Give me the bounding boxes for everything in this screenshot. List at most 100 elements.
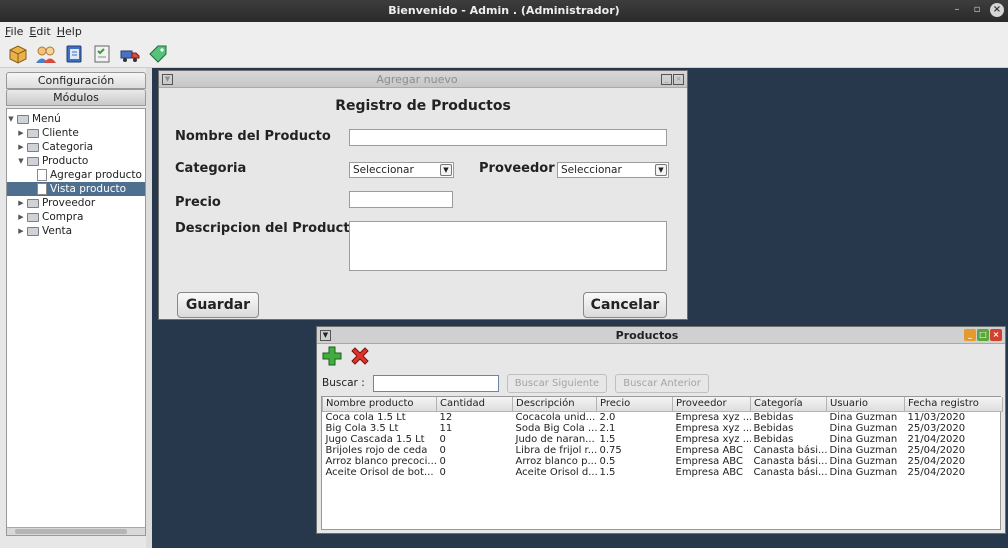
- table-cell: Empresa xyz ...: [675, 433, 751, 445]
- search-previous-button[interactable]: Buscar Anterior: [615, 373, 709, 393]
- table-cell: Arroz blanco precoci...: [325, 455, 437, 467]
- tree-item-agregar-producto[interactable]: Agregar producto: [7, 168, 145, 182]
- frame-title: Agregar nuevo: [376, 72, 458, 86]
- close-icon[interactable]: ×: [990, 3, 1004, 17]
- column-header[interactable]: Cantidad: [436, 397, 513, 412]
- tree-item-producto[interactable]: ▼ Producto: [7, 154, 145, 168]
- chevron-right-icon[interactable]: ▶: [17, 143, 25, 151]
- table-cell: Empresa xyz ...: [675, 411, 751, 423]
- folder-icon: [17, 114, 29, 124]
- restore-icon[interactable]: ▫: [970, 3, 984, 17]
- table-row[interactable]: Jugo Cascada 1.5 Lt 0 Judo de naran... 1…: [323, 434, 1003, 445]
- box-icon[interactable]: [6, 42, 30, 66]
- search-input[interactable]: [372, 374, 499, 392]
- module-tree: ▼ Menú ▶ Cliente ▶ Categoria ▼ Producto: [6, 108, 146, 536]
- add-product-frame: ▼ Agregar nuevo _ × Registro de Producto…: [158, 70, 688, 320]
- table-cell: 2.1: [599, 422, 616, 434]
- chevron-right-icon[interactable]: ▶: [17, 129, 25, 137]
- table-cell: Soda Big Cola ...: [515, 422, 597, 434]
- table-row[interactable]: Aceite Orisol de bot... 0 Aceite Orisol …: [323, 467, 1003, 478]
- tag-icon[interactable]: [146, 42, 170, 66]
- column-header[interactable]: Categoría: [750, 397, 827, 412]
- description-label: Descripcion del Producto: [175, 221, 359, 236]
- table-row[interactable]: Big Cola 3.5 Lt 11 Soda Big Cola ... 2.1…: [323, 423, 1003, 434]
- table-row[interactable]: Coca cola 1.5 Lt 12 Cocacola unid... 2.0…: [323, 411, 1003, 423]
- table-cell: Canasta bási...: [753, 455, 827, 467]
- column-header[interactable]: Fecha registro: [904, 397, 1003, 412]
- table-cell: 0.75: [599, 444, 622, 456]
- table-row[interactable]: Arroz blanco precoci... 0 Arroz blanco p…: [323, 456, 1003, 467]
- table-cell: Arroz blanco p...: [515, 455, 597, 467]
- truck-icon[interactable]: [118, 42, 142, 66]
- cancel-button[interactable]: Cancelar: [583, 292, 667, 318]
- table-cell: 25/04/2020: [907, 444, 966, 456]
- checklist-icon[interactable]: [90, 42, 114, 66]
- close-icon[interactable]: ×: [990, 329, 1002, 341]
- table-cell: Judo de naran...: [515, 433, 595, 445]
- column-header[interactable]: Precio: [596, 397, 673, 412]
- add-product-frame-titlebar: ▼ Agregar nuevo _ ×: [159, 71, 687, 88]
- table-cell: 25/04/2020: [907, 466, 966, 478]
- table-cell: Brijoles rojo de ceda: [325, 444, 428, 456]
- column-header[interactable]: Descripción: [512, 397, 597, 412]
- delete-icon[interactable]: [349, 345, 371, 370]
- users-icon[interactable]: [34, 42, 58, 66]
- menu-help[interactable]: Help: [57, 25, 82, 38]
- table-cell: 1.5: [599, 466, 616, 478]
- table-cell: Dina Guzman: [829, 444, 898, 456]
- tree-item-proveedor[interactable]: ▶ Proveedor: [7, 196, 145, 210]
- window-title: Bienvenido - Admin . (Administrador): [388, 4, 620, 17]
- tree-item-menu[interactable]: ▼ Menú: [7, 112, 145, 126]
- tree-item-venta[interactable]: ▶ Venta: [7, 224, 145, 238]
- product-name-input[interactable]: [349, 129, 667, 146]
- table-row[interactable]: Brijoles rojo de ceda 0 Libra de frijol …: [323, 445, 1003, 456]
- table-cell: Empresa xyz ...: [675, 422, 751, 434]
- notebook-icon[interactable]: [62, 42, 86, 66]
- chevron-right-icon[interactable]: ▶: [17, 199, 25, 207]
- sidebar: Configuración Módulos ▼ Menú ▶ Cliente ▶…: [6, 72, 146, 544]
- table-cell: Dina Guzman: [829, 411, 898, 423]
- frame-menu-icon[interactable]: ▼: [162, 73, 173, 85]
- frame-menu-icon[interactable]: ▼: [320, 329, 331, 341]
- folder-icon: [27, 226, 39, 236]
- price-label: Precio: [175, 195, 221, 210]
- price-input[interactable]: [349, 191, 453, 208]
- tree-item-vista-producto[interactable]: Vista producto: [7, 182, 145, 196]
- supplier-select[interactable]: Seleccionar ▼: [557, 162, 669, 178]
- minimize-icon[interactable]: _: [964, 329, 976, 341]
- tab-modulos[interactable]: Módulos: [6, 89, 146, 106]
- menu-file[interactable]: File: [5, 25, 23, 38]
- column-header[interactable]: Proveedor: [672, 397, 751, 412]
- column-header[interactable]: Nombre producto: [322, 397, 437, 412]
- maximize-icon[interactable]: □: [977, 329, 989, 341]
- chevron-down-icon[interactable]: ▼: [17, 157, 25, 165]
- chevron-down-icon[interactable]: ▼: [7, 115, 15, 123]
- table-cell: Dina Guzman: [829, 422, 898, 434]
- chevron-right-icon[interactable]: ▶: [17, 227, 25, 235]
- minimize-icon[interactable]: _: [661, 73, 672, 85]
- file-icon: [37, 169, 47, 181]
- tree-item-categoria[interactable]: ▶ Categoria: [7, 140, 145, 154]
- close-icon[interactable]: ×: [673, 73, 684, 85]
- table-cell: Bebidas: [753, 411, 794, 423]
- folder-icon: [27, 198, 39, 208]
- column-header[interactable]: Usuario: [826, 397, 905, 412]
- chevron-right-icon[interactable]: ▶: [17, 213, 25, 221]
- table-cell: 0: [439, 444, 446, 456]
- menu-edit[interactable]: Edit: [29, 25, 50, 38]
- tree-horizontal-scrollbar[interactable]: [7, 527, 145, 535]
- category-select[interactable]: Seleccionar ▼: [349, 162, 454, 178]
- save-button[interactable]: Guardar: [177, 292, 259, 318]
- tab-configuracion[interactable]: Configuración: [6, 72, 146, 89]
- add-icon[interactable]: [321, 345, 343, 370]
- tree-item-cliente[interactable]: ▶ Cliente: [7, 126, 145, 140]
- minimize-icon[interactable]: –: [950, 3, 964, 17]
- chevron-down-icon[interactable]: ▼: [440, 164, 452, 176]
- tree-item-compra[interactable]: ▶ Compra: [7, 210, 145, 224]
- chevron-down-icon[interactable]: ▼: [655, 164, 667, 176]
- folder-icon: [27, 212, 39, 222]
- table-cell: 2.0: [599, 411, 616, 423]
- supplier-label: Proveedor: [479, 161, 555, 176]
- description-textarea[interactable]: [349, 221, 667, 271]
- search-next-button[interactable]: Buscar Siguiente: [506, 373, 608, 393]
